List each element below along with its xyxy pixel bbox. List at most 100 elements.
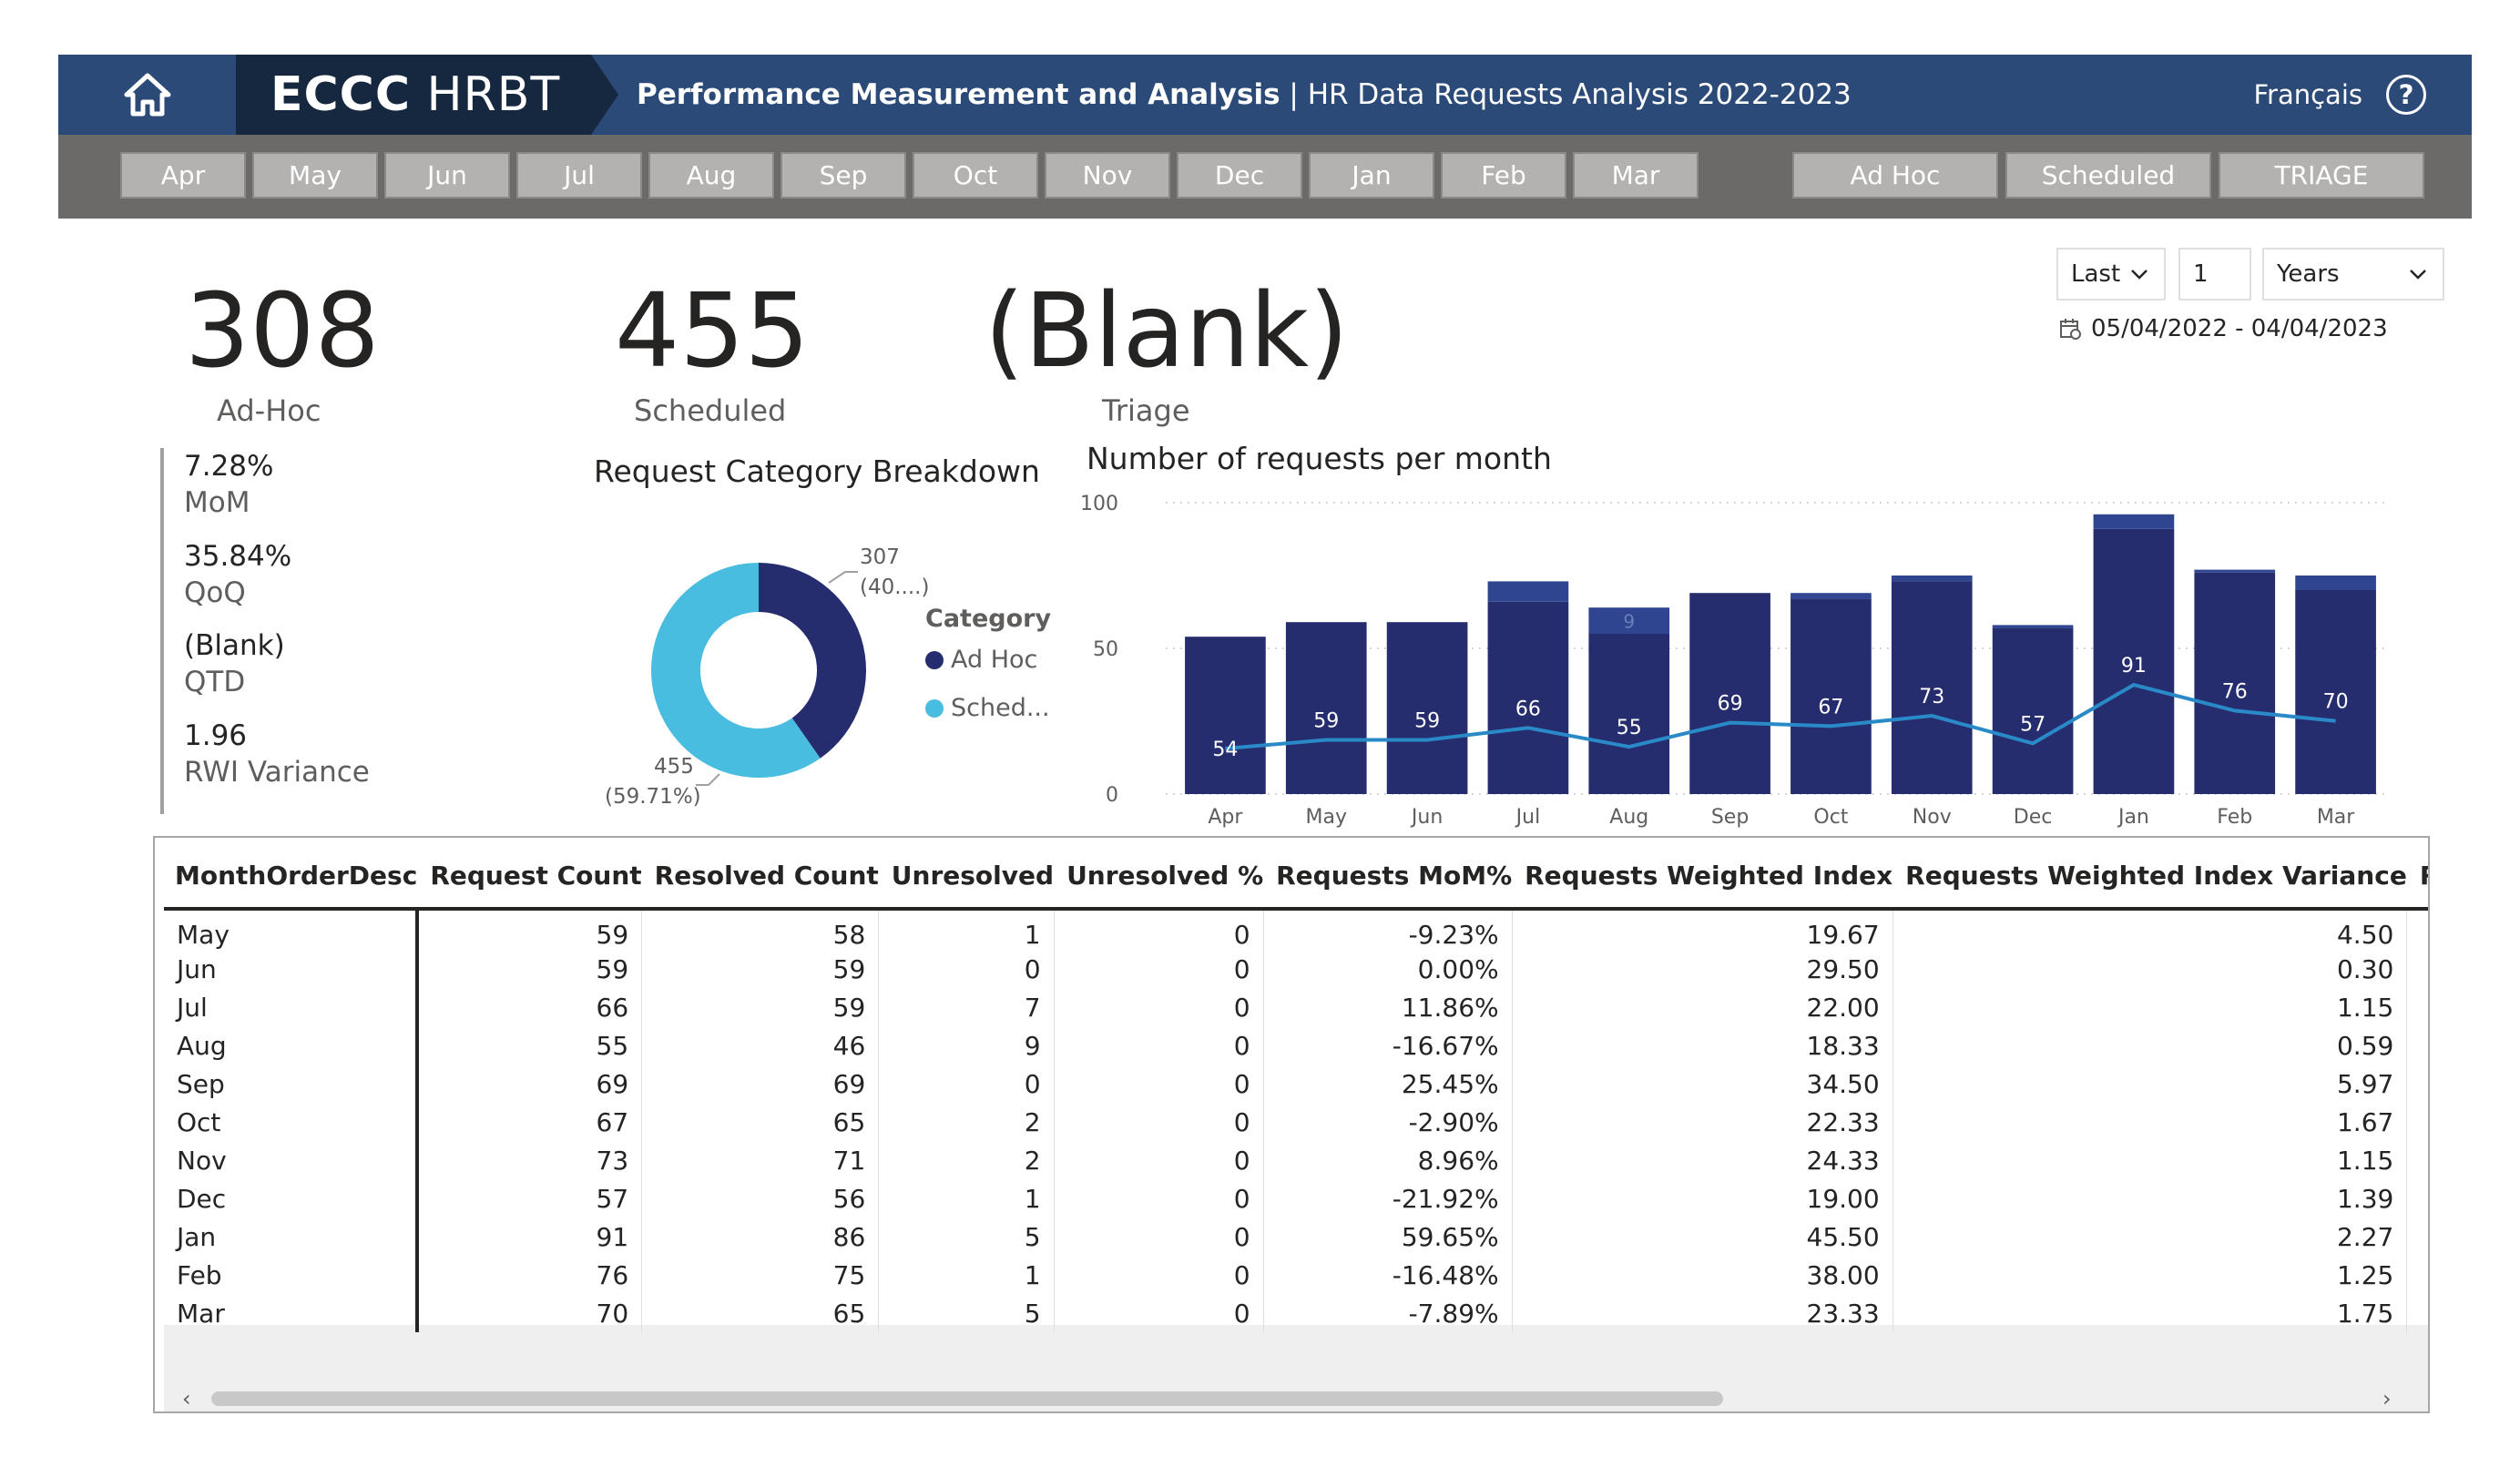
table-cell: 19.67 [1512, 909, 1893, 950]
type-button-ad-hoc[interactable]: Ad Hoc [1792, 152, 1998, 199]
legend-item-adhoc[interactable]: Ad Hoc [925, 646, 1051, 674]
table-cell: 1.15 [1893, 988, 2408, 1026]
legend-item-scheduled[interactable]: Sched... [925, 694, 1051, 722]
month-button-sep[interactable]: Sep [780, 152, 906, 199]
table-row[interactable]: Mar 70 65 5 0 -7.89% 23.33 1.75 [164, 1294, 2428, 1332]
table-cell: 2.27 [1893, 1218, 2408, 1256]
month-button-jun[interactable]: Jun [384, 152, 510, 199]
month-button-dec[interactable]: Dec [1177, 152, 1302, 199]
table-cell: 1.67 [1893, 1103, 2408, 1141]
table-row[interactable]: Feb 76 75 1 0 -16.48% 38.00 1.25 [164, 1256, 2428, 1294]
metric-mom: 7.28% MoM [184, 448, 434, 522]
table-cell: 0 [1054, 950, 1264, 988]
table-row[interactable]: May 59 58 1 0 -9.23% 19.67 4.50 [164, 909, 2428, 950]
filter-unit-value: Years [2277, 260, 2340, 288]
metric-value: (Blank) [184, 629, 285, 663]
month-button-feb[interactable]: Feb [1441, 152, 1566, 199]
table-cell: 1.15 [1893, 1141, 2408, 1179]
column-header[interactable]: Unresolved [878, 843, 1055, 911]
table-row[interactable]: Oct 67 65 2 0 -2.90% 22.33 1.67 [164, 1103, 2428, 1141]
month-button-oct[interactable]: Oct [913, 152, 1038, 199]
type-button-scheduled[interactable]: Scheduled [2005, 152, 2211, 199]
bar-stack-mar[interactable] [2295, 576, 2376, 590]
bar-stack-jan[interactable] [2093, 514, 2175, 529]
bar-stack-oct[interactable] [1791, 593, 1872, 599]
data-label: 91 [2121, 655, 2147, 678]
table-cell: 59 [641, 950, 880, 988]
bar-apr[interactable] [1185, 637, 1266, 794]
month-button-nov[interactable]: Nov [1045, 152, 1170, 199]
relative-date-unit-select[interactable]: Years [2262, 248, 2444, 301]
y-tick-label: 100 [1080, 493, 1118, 515]
requests-data-table: MonthOrderDesc Request Count Resolved Coun… [164, 843, 2428, 1332]
bar-stack-nov[interactable] [1891, 576, 1973, 582]
home-button[interactable] [58, 55, 236, 135]
date-range: 05/04/2022 - 04/04/2023 [2058, 315, 2388, 342]
column-header[interactable]: Unresolved % [1054, 843, 1264, 911]
data-label: 76 [2222, 680, 2248, 703]
column-header[interactable]: Requests Weighted Index Variance [1893, 843, 2407, 911]
bar-aug[interactable] [1588, 634, 1670, 794]
month-button-jul[interactable]: Jul [516, 152, 642, 199]
legend-dot [925, 650, 944, 669]
y-tick-label: 50 [1093, 638, 1118, 661]
column-header[interactable]: Requests Weighted Inde: [2406, 843, 2428, 911]
bar-dec[interactable] [1992, 627, 2074, 794]
column-header[interactable]: Resolved Count [641, 843, 879, 911]
table-row[interactable]: Jul 66 59 7 0 11.86% 22.00 1.15 [164, 988, 2428, 1026]
month-button-mar[interactable]: Mar [1573, 152, 1699, 199]
table-cell: 22.00 [1512, 988, 1893, 1026]
table-cell: 1 [878, 909, 1055, 950]
kpi-scheduled-label: Scheduled [634, 393, 787, 428]
table-cell: 76 [417, 1256, 643, 1294]
language-toggle-link[interactable]: Français [2253, 79, 2362, 110]
column-header[interactable]: Requests MoM% [1263, 843, 1513, 911]
table-cell: 55 [417, 1026, 643, 1065]
table-cell [2406, 1141, 2428, 1179]
table-row[interactable]: Jun 59 59 0 0 0.00% 29.50 0.30 [164, 950, 2428, 988]
scroll-left-arrow[interactable]: ‹ [182, 1386, 191, 1411]
bar-chart-title: Number of requests per month [1087, 441, 1552, 476]
bar-jun[interactable] [1386, 622, 1468, 794]
table-row[interactable]: Sep 69 69 0 0 25.45% 34.50 5.97 [164, 1065, 2428, 1103]
table-cell: -2.90% [1263, 1103, 1513, 1141]
help-icon[interactable]: ? [2386, 75, 2426, 115]
month-button-jan[interactable]: Jan [1309, 152, 1434, 199]
scroll-right-arrow[interactable]: › [2382, 1386, 2392, 1411]
table-cell: 1.39 [1893, 1179, 2408, 1218]
table-cell: 66 [417, 988, 643, 1026]
data-label: 66 [1515, 698, 1541, 720]
table-cell: Mar [164, 1294, 420, 1332]
table-cell: 9 [878, 1026, 1055, 1065]
horizontal-scrollbar[interactable] [211, 1391, 1723, 1406]
table-cell: -16.67% [1263, 1026, 1513, 1065]
table-row[interactable]: Dec 57 56 1 0 -21.92% 19.00 1.39 [164, 1179, 2428, 1218]
table-cell: Jul [164, 988, 420, 1026]
column-header[interactable]: MonthOrderDesc [164, 843, 418, 911]
month-button-aug[interactable]: Aug [648, 152, 774, 199]
table-row[interactable]: Aug 55 46 9 0 -16.67% 18.33 0.59 [164, 1026, 2428, 1065]
type-button-triage[interactable]: TRIAGE [2219, 152, 2424, 199]
column-header[interactable]: Requests Weighted Index [1512, 843, 1893, 911]
bar-stack-dec[interactable] [1992, 625, 2074, 628]
data-label: 69 [1718, 693, 1743, 716]
relative-date-count-input[interactable]: 1 [2178, 248, 2251, 301]
table-cell: 5.97 [1893, 1065, 2408, 1103]
bar-stack-feb[interactable] [2194, 569, 2276, 573]
page-title-bold: Performance Measurement and Analysis [637, 78, 1280, 111]
table-cell: 0 [878, 1065, 1055, 1103]
table-cell: 0 [1054, 988, 1264, 1026]
table-cell: 2 [878, 1141, 1055, 1179]
column-header[interactable]: Request Count [417, 843, 642, 911]
bar-stack-jul[interactable] [1487, 581, 1569, 602]
bar-may[interactable] [1285, 622, 1367, 794]
table-cell: Sep [164, 1065, 420, 1103]
table-cell: Dec [164, 1179, 420, 1218]
table-cell: 11.86% [1263, 988, 1513, 1026]
table-row[interactable]: Nov 73 71 2 0 8.96% 24.33 1.15 [164, 1141, 2428, 1179]
month-button-may[interactable]: May [252, 152, 378, 199]
month-button-apr[interactable]: Apr [120, 152, 246, 199]
relative-date-mode-select[interactable]: Last [2056, 248, 2166, 301]
table-cell: 0.30 [1893, 950, 2408, 988]
table-row[interactable]: Jan 91 86 5 0 59.65% 45.50 2.27 [164, 1218, 2428, 1256]
